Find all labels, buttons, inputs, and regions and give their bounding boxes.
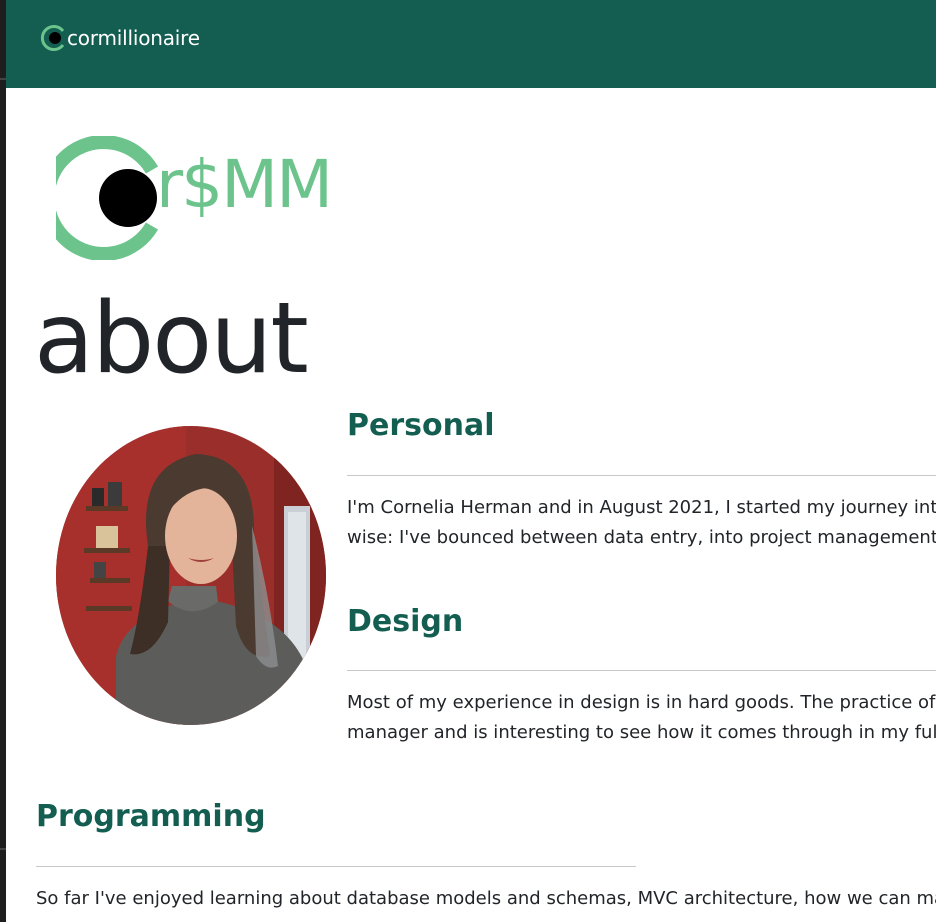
site-logo: r$MM xyxy=(56,136,356,260)
section-heading-personal: Personal xyxy=(347,408,495,443)
logo-letters: r$MM xyxy=(156,146,333,223)
profile-photo xyxy=(56,426,326,725)
text-line: manager and is interesting to see how it… xyxy=(347,722,936,743)
section-text-programming: So far I've enjoyed learning about datab… xyxy=(36,884,936,914)
navbar-brand-link[interactable]: cormillionaire xyxy=(40,24,200,52)
section-heading-design: Design xyxy=(347,604,464,639)
text-line: I'm Cornelia Herman and in August 2021, … xyxy=(347,497,936,518)
section-divider xyxy=(347,475,936,476)
section-text-design: Most of my experience in design is in ha… xyxy=(347,688,936,748)
text-line: Most of my experience in design is in ha… xyxy=(347,692,936,713)
editor-side-strip xyxy=(0,0,6,922)
top-navbar: cormillionaire xyxy=(6,0,936,88)
page-title: about xyxy=(34,282,309,396)
section-divider xyxy=(36,866,636,867)
section-text-personal: I'm Cornelia Herman and in August 2021, … xyxy=(347,493,936,553)
side-strip-divider xyxy=(0,848,6,850)
text-line: So far I've enjoyed learning about datab… xyxy=(36,888,936,909)
brand-logo-icon xyxy=(40,24,68,52)
brand-name: cormillionaire xyxy=(67,26,200,50)
text-line: wise: I've bounced between data entry, i… xyxy=(347,527,936,548)
section-divider xyxy=(347,670,936,671)
section-heading-programming: Programming xyxy=(36,799,266,834)
